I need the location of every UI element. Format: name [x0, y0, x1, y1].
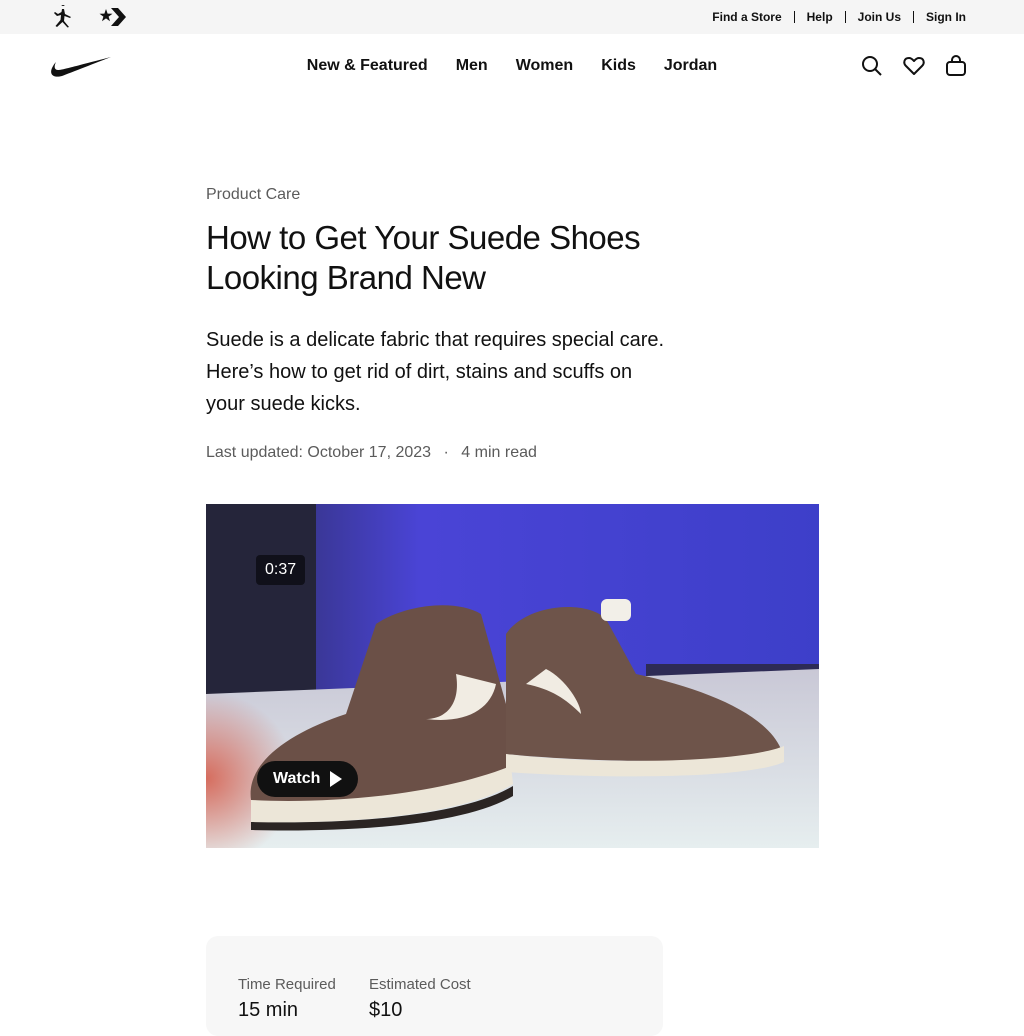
article-meta: Last updated: October 17, 2023 · 4 min r…	[206, 444, 826, 462]
article-header: Product Care How to Get Your Suede Shoes…	[206, 186, 826, 462]
article-category[interactable]: Product Care	[206, 186, 826, 204]
read-time: 4 min read	[461, 444, 537, 461]
converse-logo-icon[interactable]	[99, 6, 127, 33]
last-updated: Last updated: October 17, 2023	[206, 444, 432, 461]
nav-kids[interactable]: Kids	[587, 57, 650, 75]
utility-links: Find a Store Help Join Us Sign In	[712, 0, 966, 34]
nav-men[interactable]: Men	[442, 57, 502, 75]
estimated-cost-value: $10	[369, 999, 403, 1021]
nav-jordan[interactable]: Jordan	[650, 57, 731, 75]
time-required: Time Required 15 min	[238, 976, 336, 1022]
info-card: Time Required 15 min Estimated Cost $10	[206, 936, 663, 1036]
heart-icon[interactable]	[902, 54, 926, 78]
find-a-store-link[interactable]: Find a Store	[712, 10, 781, 24]
play-icon	[330, 771, 343, 787]
estimated-cost: Estimated Cost $10	[369, 976, 471, 1022]
utility-bar: Find a Store Help Join Us Sign In	[0, 0, 1024, 34]
search-icon[interactable]	[860, 54, 884, 78]
join-us-link[interactable]: Join Us	[858, 10, 901, 24]
bag-icon[interactable]	[944, 54, 968, 78]
article-title: How to Get Your Suede Shoes Looking Bran…	[206, 219, 641, 296]
divider	[913, 11, 914, 23]
main-nav: New & Featured Men Women Kids Jordan	[0, 34, 1024, 98]
watch-button[interactable]: Watch	[257, 761, 359, 797]
divider	[793, 11, 795, 23]
time-required-label: Time Required	[238, 976, 336, 993]
watch-label: Watch	[273, 770, 321, 787]
help-link[interactable]: Help	[807, 10, 833, 24]
sign-in-link[interactable]: Sign In	[926, 10, 966, 24]
time-required-value: 15 min	[238, 999, 299, 1021]
nav-women[interactable]: Women	[502, 57, 587, 75]
nav-actions	[860, 54, 968, 78]
meta-separator: ·	[443, 444, 449, 461]
estimated-cost-label: Estimated Cost	[369, 976, 471, 993]
jordan-jumpman-icon[interactable]	[49, 2, 75, 34]
divider	[844, 11, 846, 23]
article-intro: Suede is a delicate fabric that requires…	[206, 329, 665, 415]
video-duration-badge: 0:37	[256, 555, 306, 585]
nav-new-featured[interactable]: New & Featured	[293, 57, 442, 75]
